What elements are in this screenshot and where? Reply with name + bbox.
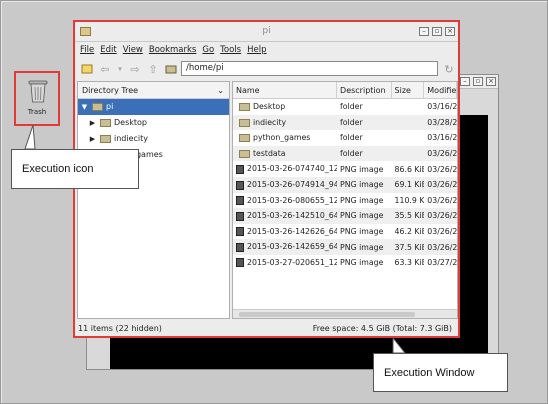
screenshot-frame: – ▫ × Trash pi – ▫ × File Edit View Book…: [0, 0, 548, 404]
pointer-window: [392, 336, 407, 354]
callout-pointers: [24, 124, 407, 354]
pointer-icon: [24, 124, 36, 150]
